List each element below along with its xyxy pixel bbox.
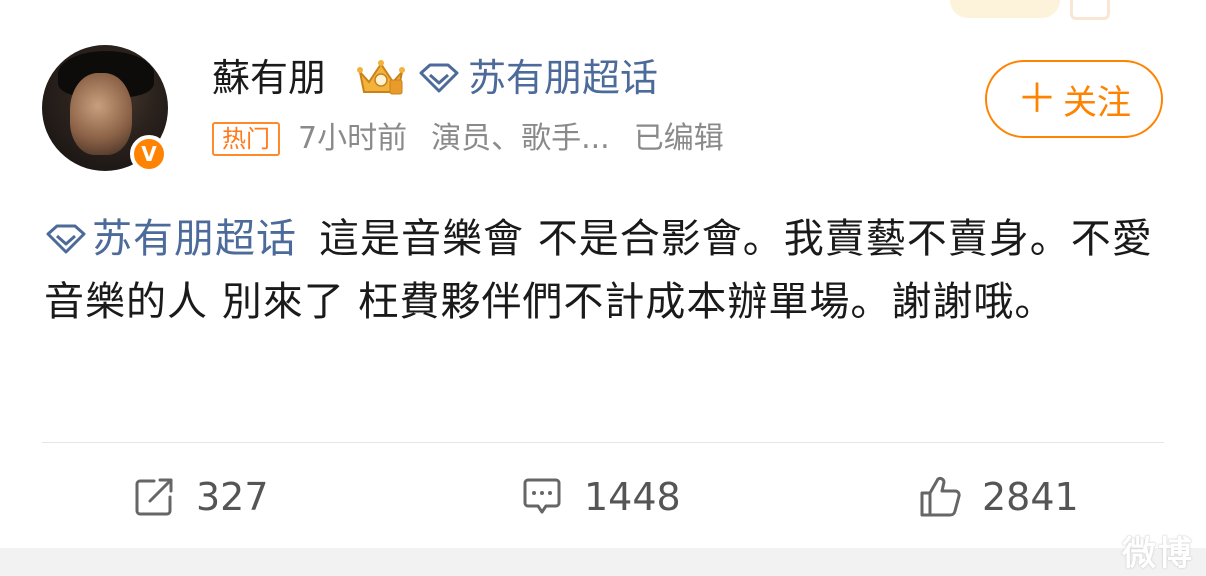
repost-count: 327 xyxy=(196,475,269,519)
content-topic-label: 苏有朋超话 xyxy=(92,216,297,262)
diamond-icon xyxy=(46,224,86,254)
like-button[interactable]: 2841 xyxy=(918,470,1079,524)
top-decoration-icon xyxy=(1070,0,1110,20)
edited-label[interactable]: 已编辑 xyxy=(634,121,724,157)
post-time: 7小时前 xyxy=(298,121,408,156)
divider xyxy=(42,442,1164,443)
content-topic-link[interactable]: 苏有朋超话 xyxy=(44,216,297,262)
follow-button[interactable]: ＋ 关注 xyxy=(985,60,1163,138)
weibo-post-card: V 蘇有朋 苏有朋超话 热门 7小时前 演员、歌手... 已编辑 ＋ 关注 苏有… xyxy=(0,0,1206,576)
verified-badge: V xyxy=(130,135,168,173)
crown-icon[interactable] xyxy=(356,58,406,98)
repost-button[interactable]: 327 xyxy=(132,470,269,524)
avatar-face xyxy=(70,73,132,155)
hot-tag: 热门 xyxy=(212,122,280,156)
like-count: 2841 xyxy=(982,475,1079,519)
author-name[interactable]: 蘇有朋 xyxy=(212,56,326,100)
repost-icon xyxy=(135,478,173,516)
follow-label: 关注 xyxy=(1063,82,1131,123)
bottom-strip xyxy=(0,548,1206,576)
comment-button[interactable]: 1448 xyxy=(520,470,681,524)
verified-mark: V xyxy=(141,142,157,166)
plus-icon: ＋ xyxy=(1017,76,1057,122)
diamond-icon xyxy=(419,63,459,93)
top-decoration xyxy=(950,0,1060,18)
author-description: 演员、歌手... xyxy=(431,121,610,156)
super-topic-link[interactable]: 苏有朋超话 xyxy=(418,56,658,100)
post-content: 苏有朋超话 這是音樂會 不是合影會。我賣藝不賣身。不愛音樂的人 別來了 枉費夥伴們… xyxy=(44,208,1174,334)
comment-icon xyxy=(523,478,561,514)
super-topic-label: 苏有朋超话 xyxy=(468,56,659,100)
post-meta: 热门 7小时前 演员、歌手... 已编辑 xyxy=(212,121,724,157)
thumbs-up-icon xyxy=(920,476,961,517)
weibo-watermark: 微博 xyxy=(1122,534,1194,574)
comment-count: 1448 xyxy=(584,475,681,519)
